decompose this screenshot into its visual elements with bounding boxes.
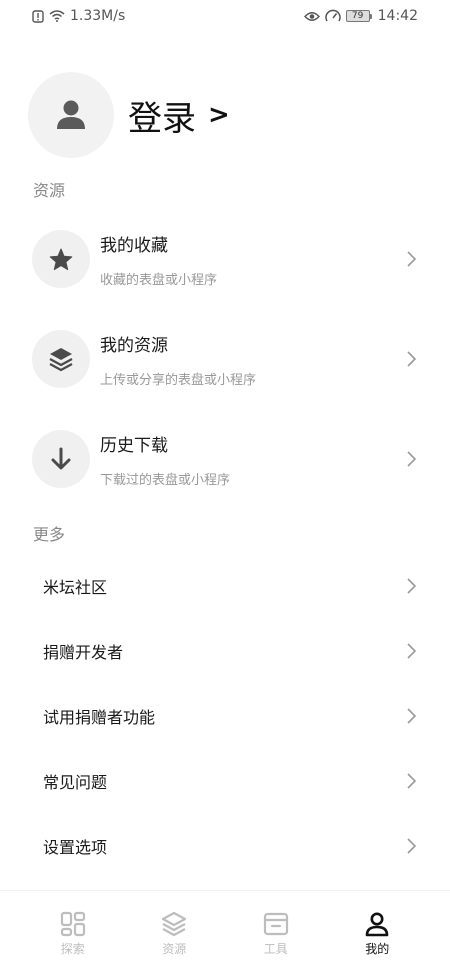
layers-icon [49,348,73,372]
toolbox-icon [263,912,288,936]
chevron-right-icon [406,350,416,368]
section-label-more: 更多 [33,525,66,544]
more-item-donate[interactable]: 捐赠开发者 [0,626,450,676]
nav-tab-resources[interactable]: 资源 [139,891,209,957]
status-right: 79 14:42 [303,8,418,24]
download-icon [51,447,71,470]
nav-label: 工具 [263,942,288,956]
clock: 14:42 [377,8,418,24]
resource-icon-circle [32,430,90,488]
resource-subtitle: 下载过的表盘或小程序 [100,472,231,488]
person-icon [57,100,85,129]
resource-text: 我的收藏 收藏的表盘或小程序 [100,231,217,288]
bottom-nav: 探索 资源 工具 我的 [0,890,450,975]
resource-item-download-history[interactable]: 历史下载 下载过的表盘或小程序 [0,414,450,504]
resource-title: 我的收藏 [100,235,168,256]
nav-label: 我的 [365,942,390,956]
nav-tab-tools[interactable]: 工具 [241,891,311,957]
status-left: 1.33M/s [32,8,125,24]
more-item-label: 米坛社区 [43,578,108,597]
explore-grid-icon [60,911,85,937]
chevron-right-icon [406,250,416,268]
more-item-community[interactable]: 米坛社区 [0,561,450,611]
alert-icon [32,9,44,23]
resource-title: 历史下载 [100,435,168,456]
nav-label: 探索 [60,942,85,956]
more-item-label: 捐赠开发者 [43,643,124,662]
battery-indicator: 79 [345,10,372,22]
nav-tab-explore[interactable]: 探索 [38,891,108,957]
profile-header[interactable]: 登录 > [28,72,230,158]
login-label: 登录 [128,98,196,139]
chevron-right-icon [406,577,416,595]
resource-title: 我的资源 [100,335,168,356]
more-item-label: 常见问题 [43,773,108,792]
more-item-settings[interactable]: 设置选项 [0,821,450,871]
resource-text: 历史下载 下载过的表盘或小程序 [100,431,230,488]
chevron-right-icon [406,837,416,855]
chevron-right-icon [406,772,416,790]
resource-subtitle: 收藏的表盘或小程序 [100,272,218,288]
wifi-icon [49,10,65,22]
more-item-label: 试用捐赠者功能 [43,708,156,727]
chevron-right-icon [406,707,416,725]
chevron-right-icon [406,642,416,660]
speedometer-icon [324,9,341,23]
more-item-label: 设置选项 [43,838,108,857]
resource-item-my-resources[interactable]: 我的资源 上传或分享的表盘或小程序 [0,314,450,404]
status-bar: 1.33M/s 79 14:42 [0,0,450,32]
nav-label: 资源 [162,942,187,956]
avatar[interactable] [28,72,114,158]
star-icon [49,248,73,270]
resource-subtitle: 上传或分享的表盘或小程序 [100,372,257,388]
chevron-right-icon [406,450,416,468]
section-label-resources: 资源 [33,181,66,200]
login-link[interactable]: 登录 > [128,91,230,140]
resource-icon-circle [32,330,90,388]
person-icon [365,912,389,937]
layers-icon [162,911,187,937]
more-item-faq[interactable]: 常见问题 [0,756,450,806]
nav-tab-me[interactable]: 我的 [342,891,412,957]
eye-icon [303,11,320,22]
network-speed: 1.33M/s [70,8,126,24]
resource-text: 我的资源 上传或分享的表盘或小程序 [100,331,256,388]
login-arrow: > [208,100,230,130]
more-item-trial-donor-features[interactable]: 试用捐赠者功能 [0,691,450,741]
resource-item-favorites[interactable]: 我的收藏 收藏的表盘或小程序 [0,214,450,304]
resource-icon-circle [32,230,90,288]
screen: 1.33M/s 79 14:42 登录 > 资源 我的收藏 收藏的表盘或小程序 … [0,0,450,975]
